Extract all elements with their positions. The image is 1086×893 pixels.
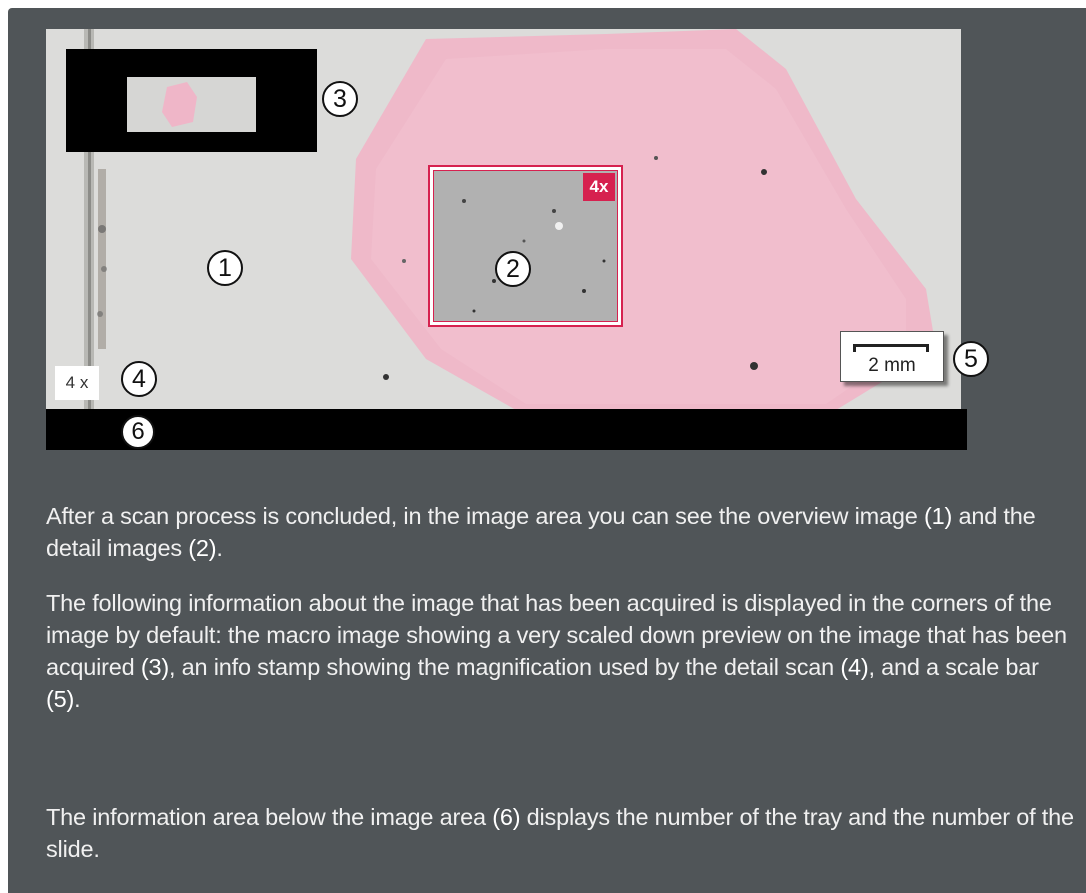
- text: After a scan process is concluded, in th…: [46, 503, 924, 529]
- text: , an info stamp showing the magnificatio…: [169, 654, 841, 680]
- ref-6: (6): [492, 804, 521, 830]
- text: .: [216, 535, 223, 561]
- information-area: 6: [46, 409, 967, 450]
- callout-3: 3: [322, 81, 358, 117]
- ref-4: (4): [840, 654, 869, 680]
- text: .: [74, 686, 81, 712]
- text: The information area below the image are…: [46, 804, 493, 830]
- ref-3: (3): [140, 654, 169, 680]
- callout-2: 2: [495, 251, 531, 287]
- paragraph-corner-info: The following information about the imag…: [46, 587, 1076, 715]
- scale-bar: 2 mm: [840, 331, 944, 382]
- macro-image[interactable]: [66, 49, 317, 152]
- paragraph-info-area: The information area below the image are…: [46, 801, 1076, 865]
- callout-4: 4: [121, 361, 157, 397]
- callout-6: 6: [121, 415, 155, 449]
- detail-magnification-badge: 4x: [583, 173, 615, 201]
- magnification-info-stamp: 4 x: [55, 366, 99, 400]
- callout-5: 5: [953, 341, 989, 377]
- callout-1: 1: [207, 250, 243, 286]
- macro-tissue-thumbnail: [127, 77, 256, 132]
- scale-bar-label: 2 mm: [868, 355, 916, 376]
- paragraph-overview: After a scan process is concluded, in th…: [46, 500, 1076, 564]
- macro-preview-window: [127, 77, 256, 132]
- ref-5: (5): [46, 686, 75, 712]
- text: , and a scale bar: [868, 654, 1039, 680]
- overview-image[interactable]: 4x 4 x 2 mm 1 2 3 4: [46, 29, 961, 410]
- ref-2: (2): [188, 535, 217, 561]
- scale-bar-line: [853, 344, 929, 352]
- detail-image-frame[interactable]: 4x: [428, 165, 623, 327]
- ref-1: (1): [924, 503, 953, 529]
